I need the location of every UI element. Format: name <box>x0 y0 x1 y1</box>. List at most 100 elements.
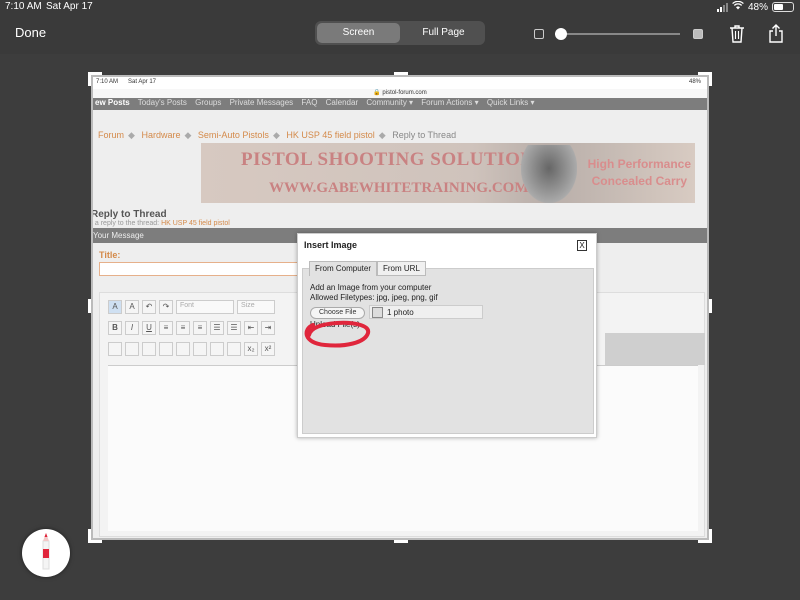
editor-toolbar-row-2: B I U ≡ ≡ ≡ ☰ ☰ ⇤ ⇥ <box>108 320 275 336</box>
nav-item-groups: Groups <box>195 98 222 107</box>
nav-item-calendar: Calendar <box>325 98 359 107</box>
tab-from-url: From URL <box>377 261 426 276</box>
share-icon[interactable] <box>767 24 785 44</box>
photo-thumbnail-icon <box>372 307 383 318</box>
inner-status-bar: 7:10 AM Sat Apr 17 48% <box>93 77 707 89</box>
banner-site: WWW.GABEWHITETRAINING.COM <box>269 180 529 196</box>
nav-item-private-messages: Private Messages <box>229 98 294 107</box>
editor-toolbar-row-1: A A ↶ ↷ Font Size <box>108 299 275 315</box>
nav-item-forum-actions: Forum Actions ▾ <box>421 98 479 107</box>
nav-item-quick-links: Quick Links ▾ <box>486 98 535 107</box>
trash-icon[interactable] <box>728 24 746 44</box>
remove-format-icon <box>108 342 122 356</box>
forum-nav-bar: ew Posts Today's Posts Groups Private Me… <box>93 98 707 110</box>
opacity-slider-knob[interactable] <box>555 28 567 40</box>
status-right: 48% <box>716 0 794 13</box>
choose-file-button: Choose File <box>310 307 366 319</box>
tab-full-page[interactable]: Full Page <box>402 21 485 45</box>
redo-icon: ↷ <box>159 300 173 314</box>
editor-side-panel <box>605 333 705 365</box>
crop-handle-bottom-right-v[interactable] <box>709 529 712 543</box>
allowed-filetypes: Allowed Filetypes: jpg, jpeg, png, gif <box>310 293 438 302</box>
unlink-icon <box>193 342 207 356</box>
opacity-min-icon <box>534 29 544 39</box>
italic-icon: I <box>125 321 139 335</box>
breadcrumb-thread: HK USP 45 field pistol <box>286 130 375 140</box>
banner-photo <box>521 145 577 203</box>
red-ink-annotation <box>304 320 371 348</box>
underline-icon: U <box>142 321 156 335</box>
image-icon <box>210 342 224 356</box>
crop-handle-top[interactable] <box>394 72 408 75</box>
file-picker: 1 photo <box>369 305 483 319</box>
reply-subheading: t a reply to the thread: HK USP 45 field… <box>91 220 230 227</box>
file-count: 1 photo <box>387 308 414 317</box>
paste-icon <box>159 342 173 356</box>
url-text: pistol-forum.com <box>382 90 427 96</box>
cut-icon <box>125 342 139 356</box>
crop-handle-bottom-left-v[interactable] <box>88 529 91 543</box>
upload-heading: Add an Image from your computer <box>310 283 432 292</box>
copy-icon <box>142 342 156 356</box>
nav-item-new-posts: ew Posts <box>95 98 130 107</box>
outdent-icon: ⇤ <box>244 321 258 335</box>
format-icon: A <box>108 300 122 314</box>
status-date: Sat Apr 17 <box>46 1 93 12</box>
done-button[interactable]: Done <box>15 25 46 40</box>
table-icon <box>227 342 241 356</box>
dialog-title: Insert Image <box>304 240 358 250</box>
nav-item-todays-posts: Today's Posts <box>137 98 187 107</box>
color-icon: A <box>125 300 139 314</box>
banner-tagline-2: Concealed Carry <box>591 174 687 188</box>
indent-icon: ⇥ <box>261 321 275 335</box>
subscript-icon: x₂ <box>244 342 258 356</box>
banner-title: PISTOL SHOOTING SOLUTIONS <box>241 149 546 170</box>
opacity-slider-track[interactable] <box>555 33 680 35</box>
reply-sub-prefix: t a reply to the thread: <box>91 220 160 227</box>
markup-toolbar: Done Screen Full Page <box>0 14 800 54</box>
crop-handle-top-left-v[interactable] <box>88 72 91 86</box>
ipad-status-bar: 7:10 AM Sat Apr 17 48% <box>0 0 800 14</box>
tab-from-computer: From Computer <box>309 261 378 276</box>
crop-handle-bottom[interactable] <box>394 540 408 543</box>
font-select: Font <box>176 300 234 314</box>
crop-handle-top-right-v[interactable] <box>709 72 712 86</box>
pencil-icon <box>42 533 50 570</box>
align-right-icon: ≡ <box>193 321 207 335</box>
editor-toolbar-row-3: x₂ x² <box>108 341 275 357</box>
unordered-list-icon: ☰ <box>227 321 241 335</box>
banner-tagline-1: High Performance <box>587 157 691 171</box>
inner-status-date: Sat Apr 17 <box>128 79 157 85</box>
close-icon: X <box>577 240 587 251</box>
superscript-icon: x² <box>261 342 275 356</box>
align-center-icon: ≡ <box>176 321 190 335</box>
ordered-list-icon: ☰ <box>210 321 224 335</box>
reply-heading: Reply to Thread <box>91 209 167 220</box>
link-icon <box>176 342 190 356</box>
nav-item-community: Community ▾ <box>366 98 414 107</box>
opacity-max-icon <box>693 29 703 39</box>
breadcrumb-reply: Reply to Thread <box>392 130 457 140</box>
tab-screen[interactable]: Screen <box>317 23 400 43</box>
pencil-tool-button[interactable] <box>22 529 70 577</box>
screenshot-preview: 7:10 AM Sat Apr 17 48% 🔒 pistol-forum.co… <box>91 75 709 540</box>
url-bar: 🔒 pistol-forum.com <box>93 89 707 98</box>
lock-icon: 🔒 <box>373 90 381 96</box>
size-select: Size <box>237 300 275 314</box>
signal-icon <box>716 2 728 12</box>
undo-icon: ↶ <box>142 300 156 314</box>
battery-icon <box>772 2 794 12</box>
ad-banner: PISTOL SHOOTING SOLUTIONS WWW.GABEWHITET… <box>201 143 695 203</box>
title-label: Title: <box>99 250 121 260</box>
inner-status-battery: 48% <box>688 79 701 85</box>
breadcrumb: Forum ◆ Hardware ◆ Semi-Auto Pistols ◆ HK U… <box>98 130 457 140</box>
capture-mode-segmented: Screen Full Page <box>315 21 485 45</box>
breadcrumb-forum: Forum <box>98 130 125 140</box>
wifi-icon <box>732 0 744 13</box>
inner-status-time: 7:10 AM <box>96 79 119 85</box>
crop-handle-right[interactable] <box>709 299 712 313</box>
title-input <box>99 262 299 276</box>
breadcrumb-semi-auto: Semi-Auto Pistols <box>197 130 269 140</box>
crop-handle-left[interactable] <box>88 299 91 313</box>
status-time: 7:10 AM <box>5 1 42 12</box>
